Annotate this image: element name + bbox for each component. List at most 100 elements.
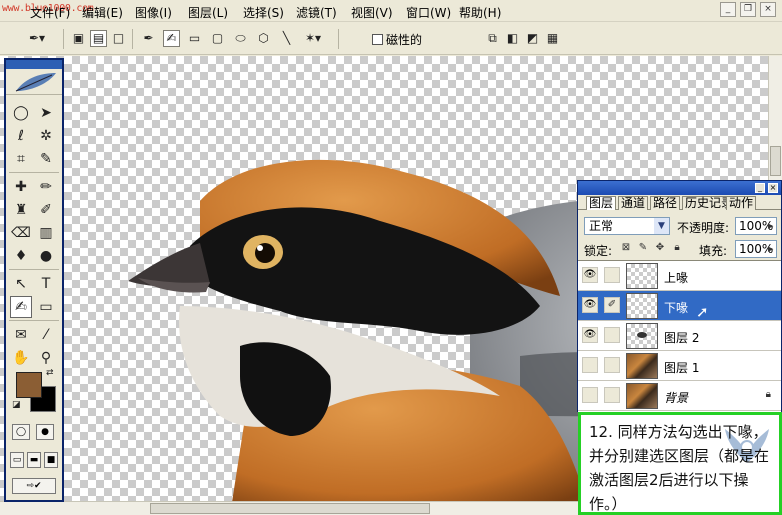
blur-tool-icon[interactable]: ♦ [10, 245, 32, 267]
layer-row-lower-beak[interactable]: 👁︎ ✐ 下喙 ➚ [578, 291, 781, 321]
link-slot[interactable] [604, 387, 620, 403]
restore-button[interactable]: ❐ [740, 2, 756, 17]
slice-tool-icon[interactable]: ✎ [35, 148, 57, 170]
link-slot[interactable] [604, 327, 620, 343]
history-brush-icon[interactable]: ✐ [35, 199, 57, 221]
path-selection-icon[interactable]: ↖ [10, 273, 32, 295]
hand-tool-icon[interactable]: ✋ [10, 347, 32, 369]
toolbox-titlebar[interactable] [6, 60, 62, 69]
menu-select[interactable]: 选择(S) [243, 4, 284, 21]
minimize-button[interactable]: _ [720, 2, 736, 17]
lock-image-icon[interactable]: ✎ [637, 242, 649, 254]
panel-minimize-button[interactable]: _ [755, 183, 765, 193]
notes-tool-icon[interactable]: ✉ [10, 324, 32, 346]
tab-paths[interactable]: 路径 [650, 196, 681, 210]
chevron-down-icon[interactable]: ▼ [654, 218, 669, 234]
rectangle-shape-icon[interactable]: ▭ [186, 30, 203, 47]
magic-wand-icon[interactable]: ✲ [35, 125, 57, 147]
tab-channels[interactable]: 通道 [618, 196, 649, 210]
path-add-icon[interactable]: ⧉ [484, 30, 501, 47]
pen-tool-option-icon[interactable]: ✒ [140, 30, 157, 47]
brush-tool-icon[interactable]: ✏ [35, 176, 57, 198]
menu-file[interactable]: 文件(F) [30, 4, 70, 21]
screen-mode-menu-icon[interactable]: ▬ [27, 452, 41, 468]
rounded-rectangle-icon[interactable]: ▢ [209, 30, 226, 47]
screen-mode-standard-icon[interactable]: ▭ [10, 452, 24, 468]
menu-window[interactable]: 窗口(W) [406, 4, 451, 21]
eye-icon[interactable]: 👁︎ [582, 327, 598, 343]
tool-preset-pen-icon[interactable]: ✒▾ [24, 30, 50, 47]
link-slot[interactable] [604, 267, 620, 283]
healing-brush-icon[interactable]: ✚ [10, 176, 32, 198]
clone-stamp-icon[interactable]: ♜ [10, 199, 32, 221]
vertical-scroll-thumb[interactable] [770, 146, 781, 176]
path-subtract-icon[interactable]: ◧ [504, 30, 521, 47]
layer-row-upper-beak[interactable]: 👁︎ 上喙 [578, 261, 781, 291]
blend-mode-select[interactable]: 正常 ▼ [584, 217, 670, 235]
path-intersect-icon[interactable]: ◩ [524, 30, 541, 47]
opacity-input[interactable]: 100% ▶ [735, 217, 777, 235]
lock-transparency-icon[interactable]: ⊠ [620, 242, 632, 254]
polygon-shape-icon[interactable]: ⬡ [255, 30, 272, 47]
swap-colors-icon[interactable]: ⇄ [46, 368, 54, 378]
panel-close-button[interactable]: × [768, 183, 778, 193]
checkbox-box[interactable] [372, 34, 383, 45]
fill-input[interactable]: 100% ▶ [735, 240, 777, 258]
menu-edit[interactable]: 编辑(E) [82, 4, 123, 21]
jump-to-imageready-icon[interactable]: ⇨✔ [12, 478, 56, 494]
eyedropper-tool-icon[interactable]: ⁄ [35, 324, 57, 346]
eraser-tool-icon[interactable]: ⌫ [10, 222, 32, 244]
visibility-slot[interactable] [582, 357, 598, 373]
fill-pixels-icon[interactable]: □ [110, 30, 127, 47]
freeform-pen-option-icon[interactable]: ✍ [163, 30, 180, 47]
foreground-color-swatch[interactable] [16, 372, 42, 398]
eye-icon[interactable]: 👁︎ [582, 297, 598, 313]
path-exclude-icon[interactable]: ▦ [544, 30, 561, 47]
feather-icon [15, 73, 56, 92]
custom-shape-icon[interactable]: ✶▾ [300, 30, 326, 47]
layer-row-layer-1[interactable]: 图层 1 [578, 351, 781, 381]
menu-image[interactable]: 图像(I) [135, 4, 172, 21]
photoshop-window: www.blue1000.com 文件(F) 编辑(E) 图像(I) 图层(L)… [0, 0, 782, 515]
horizontal-scroll-thumb[interactable] [150, 503, 430, 514]
layer-name: 下喙 [664, 301, 689, 315]
layer-row-background[interactable]: 背景 🔒︎ [578, 381, 781, 411]
zoom-tool-icon[interactable]: ⚲ [35, 347, 57, 369]
magnetic-checkbox[interactable]: 磁性的 [372, 31, 422, 48]
crop-tool-icon[interactable]: ⌗ [10, 148, 32, 170]
menu-view[interactable]: 视图(V) [351, 4, 393, 21]
lock-position-icon[interactable]: ✥ [654, 242, 666, 254]
tab-actions[interactable]: 动作 [726, 196, 757, 210]
lock-all-icon[interactable]: 🔒︎ [671, 242, 683, 254]
paths-mode-icon[interactable]: ▤ [90, 30, 107, 47]
line-shape-icon[interactable]: ╲ [278, 30, 295, 47]
gradient-tool-icon[interactable]: ▥ [35, 222, 57, 244]
eye-icon[interactable]: 👁︎ [582, 267, 598, 283]
tab-layers[interactable]: 图层 [586, 196, 617, 210]
default-colors-icon[interactable]: ◪ [12, 400, 21, 410]
freeform-pen-tool-icon[interactable]: ✍ [10, 296, 32, 318]
move-tool-icon[interactable]: ➤ [35, 102, 57, 124]
chevron-right-icon[interactable]: ▶ [768, 218, 776, 234]
menu-filter[interactable]: 滤镜(T) [296, 4, 337, 21]
dodge-tool-icon[interactable]: ● [35, 245, 57, 267]
visibility-slot[interactable] [582, 387, 598, 403]
rectangle-tool-icon[interactable]: ▭ [35, 296, 57, 318]
ellipse-shape-icon[interactable]: ⬭ [232, 30, 249, 47]
screen-mode-full-icon[interactable]: ■ [44, 452, 58, 468]
lasso-tool-icon[interactable]: ℓ [10, 125, 32, 147]
menu-help[interactable]: 帮助(H) [459, 4, 501, 21]
close-button[interactable]: × [760, 2, 776, 17]
layers-panel-titlebar[interactable]: _ × [578, 181, 781, 195]
layer-row-layer-2[interactable]: 👁︎ 图层 2 [578, 321, 781, 351]
chevron-right-icon[interactable]: ▶ [768, 241, 776, 257]
feather-logo[interactable] [6, 69, 62, 95]
marquee-tool-icon[interactable]: ◯ [10, 102, 32, 124]
type-tool-icon[interactable]: T [35, 273, 57, 295]
quick-mask-icon[interactable]: ● [36, 424, 54, 440]
menu-layer[interactable]: 图层(L) [188, 4, 228, 21]
shape-layers-icon[interactable]: ▣ [70, 30, 87, 47]
standard-mode-icon[interactable]: ◯ [12, 424, 30, 440]
brush-icon[interactable]: ✐ [604, 297, 620, 313]
link-slot[interactable] [604, 357, 620, 373]
